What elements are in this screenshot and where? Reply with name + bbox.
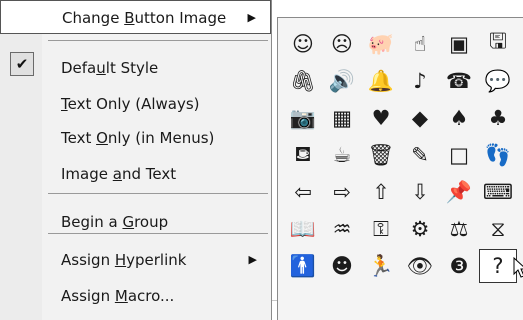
submenu-arrow-icon: ▶ [247,11,256,24]
sound-waves-icon[interactable]: ♒ [323,212,361,246]
diamond-icon[interactable]: ◆ [401,101,439,135]
menu-item-label: Default Style [61,59,159,77]
camera-icon[interactable]: 📷 [284,101,322,135]
menu-item-assign-macro[interactable]: Assign Macro... [0,279,271,313]
checkmark-icon: ✔ [10,52,34,76]
piggy-bank-icon[interactable]: 🐖 [362,27,400,61]
menu-separator [48,233,268,234]
menu-item-change-button-image[interactable]: Change Button Image ▶ [0,0,271,34]
menu-item-text-only-in-menus[interactable]: Text Only (in Menus) [0,121,271,155]
menu-item-assign-hyperlink[interactable]: Assign Hyperlink ▶ [0,243,271,277]
arrow-down-icon[interactable]: ⇩ [401,175,439,209]
spade-icon[interactable]: ♠ [440,101,478,135]
hand-pointing-up-icon[interactable]: ☝ [401,27,439,61]
trash-can-icon[interactable]: 🗑 [362,138,400,172]
question-mark-icon[interactable]: ? [479,249,517,283]
coffee-pot-icon[interactable]: ⛾ [284,138,322,172]
pushpin-icon[interactable]: 📌 [440,175,478,209]
menu-item-label: Assign Hyperlink [61,251,187,269]
submenu-arrow-icon: ▶ [248,253,257,266]
music-note-icon[interactable]: ♪ [401,64,439,98]
menu-item-label: Image and Text [61,165,177,183]
menu-separator [48,193,268,194]
blank-square-icon[interactable]: □ [440,138,478,172]
eye-icon[interactable]: 👁 [401,249,439,283]
arrow-right-icon[interactable]: ⇨ [323,175,361,209]
context-menu: Change Button Image ▶ Default Style ✔ Text O… [0,0,272,320]
smiley-face-icon[interactable]: ☺ [284,27,322,61]
heart-icon[interactable]: ♥ [362,101,400,135]
club-icon[interactable]: ♣ [479,101,517,135]
arrow-up-icon[interactable]: ⇧ [362,175,400,209]
menu-separator [48,40,268,41]
person-icon[interactable]: 🚹 [284,249,322,283]
pencil-icon[interactable]: ✎ [401,138,439,172]
head-profile-icon[interactable]: ☻ [323,249,361,283]
calculator-icon[interactable]: ▦ [323,101,361,135]
speaker-icon[interactable]: 🔊 [323,64,361,98]
menu-item-label: Text Only (Always) [61,95,200,113]
menu-item-default-style[interactable]: Default Style [0,51,271,85]
film-reel-icon[interactable]: ⚙ [401,212,439,246]
button-image-palette: ☺ ☹ 🐖 ☝ ▣ 🖫 🖇 🔊 🔔 ♪ ☎ 💬 📷 ▦ ♥ ◆ ♠ ♣ ⛾ ☕ 🗑 ✎ □ 👣 ⇦ ⇨ ⇧ ⇩ 📌 ⌨ 📖 ♒ ⚿ ⚙ ⚖ ⧖ 🚹 ☻ 🏃 👁… [277,17,523,320]
key-icon[interactable]: ⚿ [362,212,400,246]
bell-icon[interactable]: 🔔 [362,64,400,98]
speech-bubble-icon[interactable]: 💬 [479,64,517,98]
hourglass-icon[interactable]: ⧖ [479,212,517,246]
arrow-left-icon[interactable]: ⇦ [284,175,322,209]
save-disk-icon[interactable]: 🖫 [479,27,517,61]
mouse-cursor-icon [513,257,523,278]
eight-ball-icon[interactable]: ❸ [440,249,478,283]
menu-item-label: Change Button Image [62,9,227,27]
scales-icon[interactable]: ⚖ [440,212,478,246]
footprints-icon[interactable]: 👣 [479,138,517,172]
telephone-icon[interactable]: ☎ [440,64,478,98]
paperclip-icon[interactable]: 🖇 [284,64,322,98]
mug-icon[interactable]: ☕ [323,138,361,172]
menu-item-label: Assign Macro... [61,287,175,305]
menu-item-text-only-always[interactable]: Text Only (Always) [0,87,271,121]
sad-face-icon[interactable]: ☹ [323,27,361,61]
keyboard-icon[interactable]: ⌨ [479,175,517,209]
menu-item-image-and-text[interactable]: Image and Text [0,157,271,191]
menu-item-label: Text Only (in Menus) [61,129,215,147]
image-box-icon[interactable]: ▣ [440,27,478,61]
running-man-icon[interactable]: 🏃 [362,249,400,283]
book-icon[interactable]: 📖 [284,212,322,246]
